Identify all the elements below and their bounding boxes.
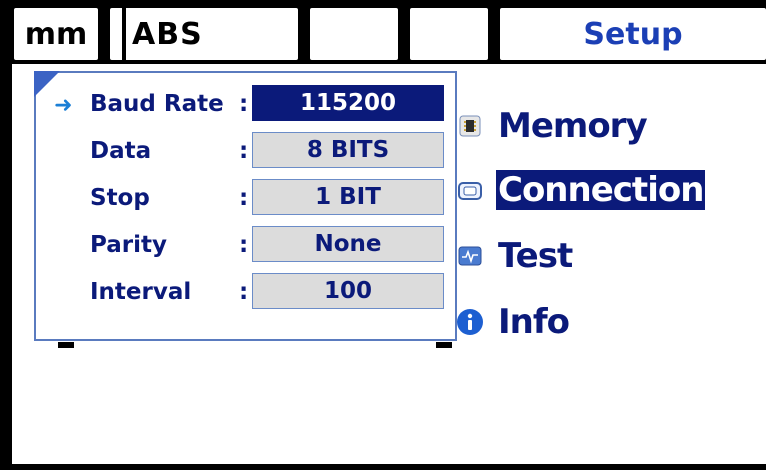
tab-unit-label: mm [24, 16, 88, 52]
menu-label-test: Test [498, 236, 573, 276]
menu-item-info[interactable]: Info [456, 300, 571, 344]
tab-divider [302, 8, 306, 60]
selection-arrow-icon: ➜ [54, 93, 73, 118]
setting-row-baud-rate[interactable]: ➜ Baud Rate : 115200 [36, 85, 459, 125]
baud-rate-field[interactable]: 115200 [252, 85, 444, 121]
setting-label: Parity [90, 232, 167, 258]
setting-colon: : [239, 138, 249, 164]
tab-setup-label: Setup [583, 16, 683, 52]
setting-colon: : [239, 279, 249, 305]
setting-row-interval[interactable]: Interval : 100 [36, 273, 459, 313]
divider-tick [436, 342, 452, 348]
divider-tick [58, 342, 74, 348]
tab-blank-1[interactable] [310, 8, 398, 60]
info-icon [456, 308, 484, 336]
tab-unit[interactable]: mm [14, 8, 98, 60]
tab-divider [402, 8, 406, 60]
menu-label-connection: Connection [496, 170, 706, 210]
tab-blank-2[interactable] [410, 8, 488, 60]
tab-mode[interactable]: ABS [110, 8, 298, 60]
parity-field[interactable]: None [252, 226, 444, 262]
setting-row-parity[interactable]: Parity : None [36, 226, 459, 266]
connection-settings-dialog: ➜ Baud Rate : 115200 Data : 8 BITS Stop … [34, 71, 457, 341]
setting-colon: : [239, 91, 249, 117]
setting-row-stop[interactable]: Stop : 1 BIT [36, 179, 459, 219]
data-bits-field[interactable]: 8 BITS [252, 132, 444, 168]
setting-colon: : [239, 232, 249, 258]
tab-divider [492, 8, 496, 60]
stop-bits-field[interactable]: 1 BIT [252, 179, 444, 215]
tab-divider [122, 8, 126, 60]
connection-icon [456, 176, 484, 204]
setting-label: Baud Rate [90, 91, 224, 117]
test-monitor-icon [456, 242, 484, 270]
tab-mode-label: ABS [132, 16, 203, 52]
setting-row-data[interactable]: Data : 8 BITS [36, 132, 459, 172]
menu-item-memory[interactable]: Memory [456, 104, 649, 148]
tab-setup[interactable]: Setup [500, 8, 766, 60]
menu-item-test[interactable]: Test [456, 234, 574, 278]
interval-field[interactable]: 100 [252, 273, 444, 309]
setting-label: Interval [90, 279, 192, 305]
menu-item-connection[interactable]: Connection [456, 168, 706, 212]
menu-label-info: Info [498, 302, 570, 342]
memory-chip-icon [456, 112, 484, 140]
setting-label: Stop [90, 185, 150, 211]
menu-label-memory: Memory [498, 106, 648, 146]
setting-colon: : [239, 185, 249, 211]
setting-label: Data [90, 138, 152, 164]
